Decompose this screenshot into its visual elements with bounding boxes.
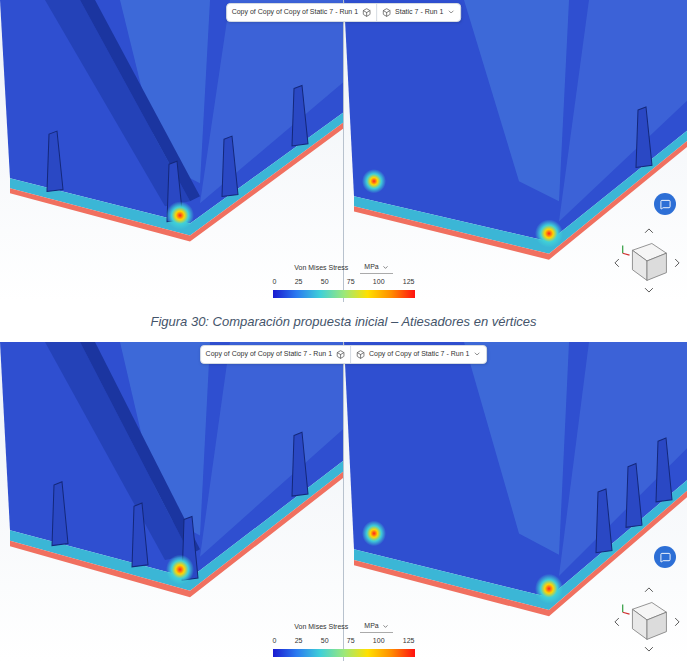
right-run-label: Copy of Copy of Static 7 - Run 1 [369,349,469,360]
compare-bar: Copy of Copy of Copy of Static 7 - Run 1… [226,3,462,22]
document-page: Copy of Copy of Copy of Static 7 - Run 1… [0,0,687,661]
legend-unit[interactable]: MPa [360,621,392,633]
left-run-label: Copy of Copy of Copy of Static 7 - Run 1 [232,7,358,18]
chevron-icon [382,623,389,630]
figure-caption: Figura 30: Comparación propuesta inicial… [0,302,687,342]
legend-tick: 0 [273,636,277,647]
legend-title: Von Mises Stress [294,263,348,274]
cube-icon [362,8,371,17]
chat-icon [660,552,671,563]
legend-ticks: 0 25 50 75 100 125 [273,277,415,288]
chevron-icon [447,8,455,16]
chevron-icon [382,264,389,271]
cube-icon [336,350,345,359]
view-cube-icon[interactable] [613,585,681,653]
compare-bar: Copy of Copy of Copy of Static 7 - Run 1… [200,345,488,364]
comparison-panel: Copy of Copy of Copy of Static 7 - Run 1… [0,0,687,302]
legend-tick: 75 [347,636,355,647]
compare-divider[interactable] [343,0,344,302]
legend-title: Von Mises Stress [294,622,348,633]
legend-color-bar[interactable] [273,290,415,298]
legend-tick: 100 [373,277,385,288]
legend-tick: 50 [321,636,329,647]
chat-icon [660,199,671,210]
legend-tick: 0 [273,277,277,288]
right-run-label: Static 7 - Run 1 [395,7,443,18]
left-run-select[interactable]: Copy of Copy of Copy of Static 7 - Run 1 [201,346,350,363]
compare-divider[interactable] [343,342,344,661]
legend-color-bar[interactable] [273,649,415,657]
legend-unit[interactable]: MPa [360,262,392,274]
legend-tick: 25 [295,277,303,288]
legend-tick: 25 [295,636,303,647]
view-cube-icon[interactable] [613,226,681,294]
cube-icon [382,8,391,17]
left-view[interactable] [0,0,343,302]
legend-tick: 125 [403,277,415,288]
stress-model-view[interactable] [0,342,343,661]
chat-button[interactable] [654,546,676,568]
legend-tick: 50 [321,277,329,288]
legend-tick: 75 [347,277,355,288]
left-view[interactable] [0,342,343,661]
legend: Von Mises Stress MPa 0 25 50 75 100 125 [273,621,415,657]
chevron-icon [473,350,481,358]
left-run-select[interactable]: Copy of Copy of Copy of Static 7 - Run 1 [227,4,376,21]
legend-tick: 125 [403,636,415,647]
right-run-select[interactable]: Static 7 - Run 1 [377,4,460,21]
stress-model-view[interactable] [0,0,343,302]
legend-tick: 100 [373,636,385,647]
right-run-select[interactable]: Copy of Copy of Static 7 - Run 1 [351,346,486,363]
legend: Von Mises Stress MPa 0 25 50 75 100 125 [273,262,415,298]
left-run-label: Copy of Copy of Copy of Static 7 - Run 1 [206,349,332,360]
cube-icon [356,350,365,359]
comparison-panel: Copy of Copy of Copy of Static 7 - Run 1… [0,342,687,661]
legend-ticks: 0 25 50 75 100 125 [273,636,415,647]
